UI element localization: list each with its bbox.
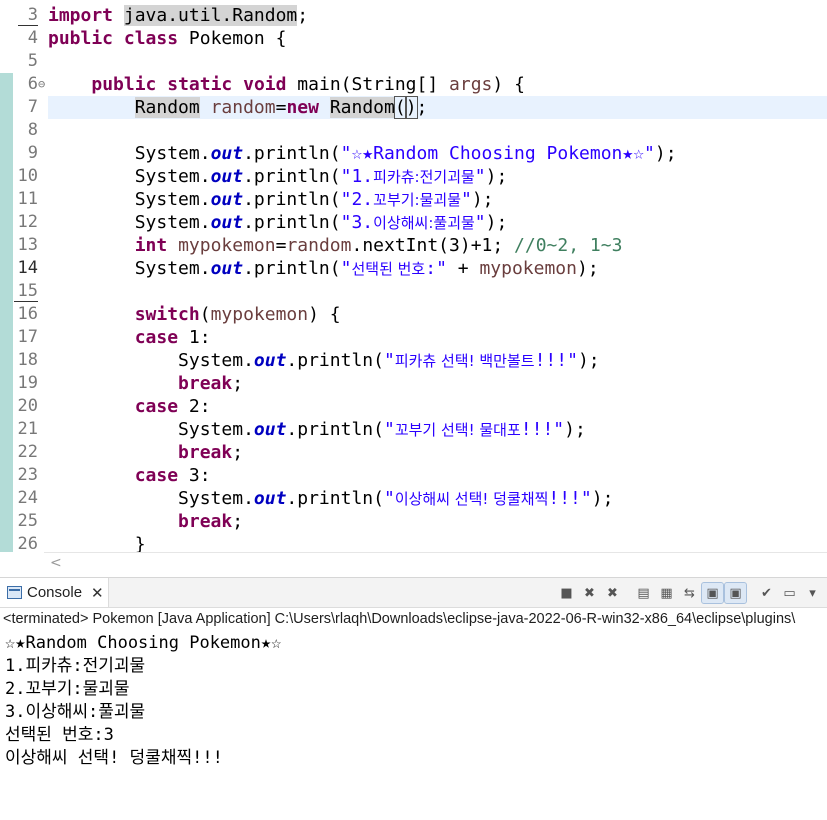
code-line[interactable]: break; xyxy=(48,441,827,464)
line-number: 21 xyxy=(17,419,38,439)
code-line[interactable] xyxy=(48,280,827,303)
code-area[interactable]: import java.util.Random; public class Pok… xyxy=(48,4,827,552)
close-icon[interactable]: ✕ xyxy=(91,584,104,602)
code-line[interactable]: break; xyxy=(48,510,827,533)
toolbar-separator xyxy=(625,583,631,603)
display-selected-console-icon[interactable]: ▭ xyxy=(779,583,800,603)
code-line[interactable]: System.out.println("☆★Random Choosing Po… xyxy=(48,142,827,165)
line-number: 24 xyxy=(17,488,38,508)
line-number: 22 xyxy=(17,442,38,462)
line-number: 10 xyxy=(17,166,38,186)
line-number: 11 xyxy=(17,189,38,209)
terminate-icon[interactable]: ■ xyxy=(556,583,577,603)
code-editor[interactable]: 3 4 5 6 7 8 9 10 11 12 13 14 15 16 17 18 19 20 21 22 23 24 25 2… xyxy=(0,0,827,552)
line-number: 3 xyxy=(0,4,44,27)
line-number: 15 xyxy=(0,280,44,303)
code-line[interactable] xyxy=(48,50,827,73)
code-line[interactable]: public class Pokemon { xyxy=(48,27,827,50)
code-line[interactable]: System.out.println("2.꼬부기:물괴물"); xyxy=(48,188,827,211)
code-line[interactable]: Random random=new Random(); xyxy=(48,96,827,119)
line-number: 16 xyxy=(17,304,38,324)
code-line[interactable]: import java.util.Random; xyxy=(48,4,827,27)
code-line[interactable]: } xyxy=(48,533,827,552)
scroll-left-icon[interactable]: < xyxy=(50,555,62,571)
console-output[interactable]: ☆★Random Choosing Pokemon★☆ 1.피카츄:전기괴물 2.꼬… xyxy=(5,632,827,770)
code-line[interactable]: switch(mypokemon) { xyxy=(48,303,827,326)
line-number: 7 xyxy=(27,97,38,117)
show-on-stdout-icon[interactable]: ▣ xyxy=(701,582,724,604)
console-output-line: 3.이상해씨:풀괴물 xyxy=(5,702,146,722)
code-line[interactable] xyxy=(48,119,827,142)
console-output-line: 1.피카츄:전기괴물 xyxy=(5,656,146,676)
code-line[interactable]: case 2: xyxy=(48,395,827,418)
console-tabbar: Console ✕ ■ ✖ ✖ ▤ ▦ ⇆ ▣ ▣ ✔ ▭ ▾ xyxy=(0,578,827,608)
tab-console[interactable]: Console ✕ xyxy=(0,578,109,607)
code-line[interactable]: System.out.println("1.피카츄:전기괴물"); xyxy=(48,165,827,188)
line-number: 12 xyxy=(17,212,38,232)
console-output-line: ☆★Random Choosing Pokemon★☆ xyxy=(5,633,282,653)
line-number: 23 xyxy=(17,465,38,485)
remove-all-terminated-icon[interactable]: ✖ xyxy=(602,583,623,603)
editor-horizontal-scrollbar[interactable]: < xyxy=(44,552,827,577)
line-number: 17 xyxy=(17,327,38,347)
clear-console-icon[interactable]: ▤ xyxy=(633,583,654,603)
scroll-lock-icon[interactable]: ▦ xyxy=(656,583,677,603)
code-line[interactable]: System.out.println("꼬부기 선택! 물대포!!!"); xyxy=(48,418,827,441)
line-number: 20 xyxy=(17,396,38,416)
console-output-line: 이상해씨 선택! 덩쿨채찍!!! xyxy=(5,748,223,768)
process-status-line: <terminated> Pokemon [Java Application] … xyxy=(3,611,796,627)
code-line[interactable]: System.out.println("이상해씨 선택! 덩쿨채찍!!!"); xyxy=(48,487,827,510)
code-line[interactable]: case 1: xyxy=(48,326,827,349)
fold-collapse-icon[interactable]: ⊖ xyxy=(38,73,48,96)
line-number: 8 xyxy=(27,120,38,140)
code-line[interactable]: public static void main(String[] args) { xyxy=(48,73,827,96)
tab-console-label: Console xyxy=(27,584,83,601)
code-line[interactable]: System.out.println("피카츄 선택! 백만볼트!!!"); xyxy=(48,349,827,372)
console-output-line: 선택된 번호:3 xyxy=(5,725,114,745)
console-view: Console ✕ ■ ✖ ✖ ▤ ▦ ⇆ ▣ ▣ ✔ ▭ ▾ <terminated> Pokem… xyxy=(0,577,827,820)
console-icon xyxy=(7,586,22,599)
word-wrap-icon[interactable]: ⇆ xyxy=(679,583,700,603)
show-on-stderr-icon[interactable]: ▣ xyxy=(724,582,747,604)
code-line[interactable]: break; xyxy=(48,372,827,395)
line-number: 4 xyxy=(27,28,38,48)
code-line[interactable]: case 3: xyxy=(48,464,827,487)
console-toolbar: ■ ✖ ✖ ▤ ▦ ⇆ ▣ ▣ ✔ ▭ ▾ xyxy=(556,582,823,604)
line-number: 19 xyxy=(17,373,38,393)
code-line[interactable]: int mypokemon=random.nextInt(3)+1; //0~2… xyxy=(48,234,827,257)
line-number: 18 xyxy=(17,350,38,370)
pin-console-icon[interactable]: ✔ xyxy=(756,583,777,603)
code-line[interactable]: System.out.println("3.이상해씨:풀괴물"); xyxy=(48,211,827,234)
toolbar-separator xyxy=(748,583,754,603)
dropdown-icon[interactable]: ▾ xyxy=(802,583,823,603)
line-number: 25 xyxy=(17,511,38,531)
console-output-line: 2.꼬부기:물괴물 xyxy=(5,679,130,699)
line-number: 14 xyxy=(17,258,38,278)
remove-launch-icon[interactable]: ✖ xyxy=(579,583,600,603)
line-number: 9 xyxy=(27,143,38,163)
code-line[interactable]: System.out.println("선택된 번호:" + mypokemon… xyxy=(48,257,827,280)
line-number: 26 xyxy=(17,534,38,552)
line-number: 13 xyxy=(17,235,38,255)
line-number: 5 xyxy=(27,51,38,71)
